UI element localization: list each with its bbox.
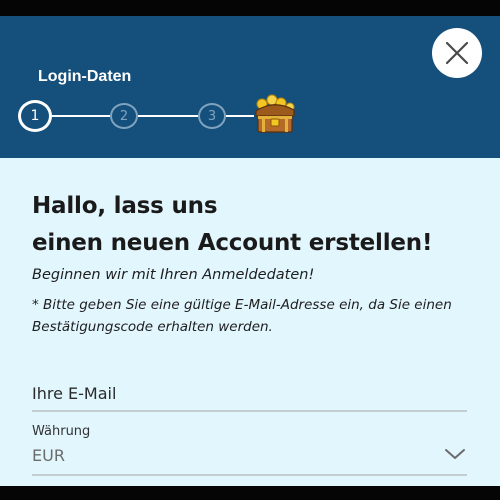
step-2-label: 2 xyxy=(119,108,129,124)
step-1-label: 1 xyxy=(30,108,40,124)
status-bar xyxy=(0,0,500,16)
progress-stepper: 1 2 3 xyxy=(0,94,320,142)
step-connector xyxy=(138,115,198,117)
close-button[interactable] xyxy=(432,28,482,78)
step-title: Login-Daten xyxy=(38,68,132,85)
currency-select[interactable]: EUR xyxy=(32,442,467,476)
page-title-line-1: Hallo, lass uns xyxy=(32,193,218,219)
page-title-line-2: einen neuen Account erstellen! xyxy=(32,230,433,256)
step-3-label: 3 xyxy=(207,108,217,124)
app-screen: Login-Daten 1 2 3 Hallo, lass uns einen … xyxy=(0,0,500,500)
navigation-bar xyxy=(0,486,500,500)
treasure-chest-icon xyxy=(255,94,295,133)
page-title: Hallo, lass uns einen neuen Account erst… xyxy=(32,188,432,262)
step-3-indicator: 3 xyxy=(198,103,226,129)
chevron-down-icon xyxy=(445,449,465,459)
step-connector xyxy=(52,115,110,117)
close-icon xyxy=(445,41,469,65)
step-2-indicator: 2 xyxy=(110,103,138,129)
intro-text: Beginnen wir mit Ihren Anmeldedaten! xyxy=(32,267,315,283)
email-hint-note: * Bitte geben Sie eine gültige E-Mail-Ad… xyxy=(32,297,452,335)
email-input[interactable] xyxy=(32,376,467,412)
step-1-indicator: 1 xyxy=(18,100,52,132)
currency-label: Währung xyxy=(32,424,91,439)
currency-selected-value: EUR xyxy=(32,446,65,465)
